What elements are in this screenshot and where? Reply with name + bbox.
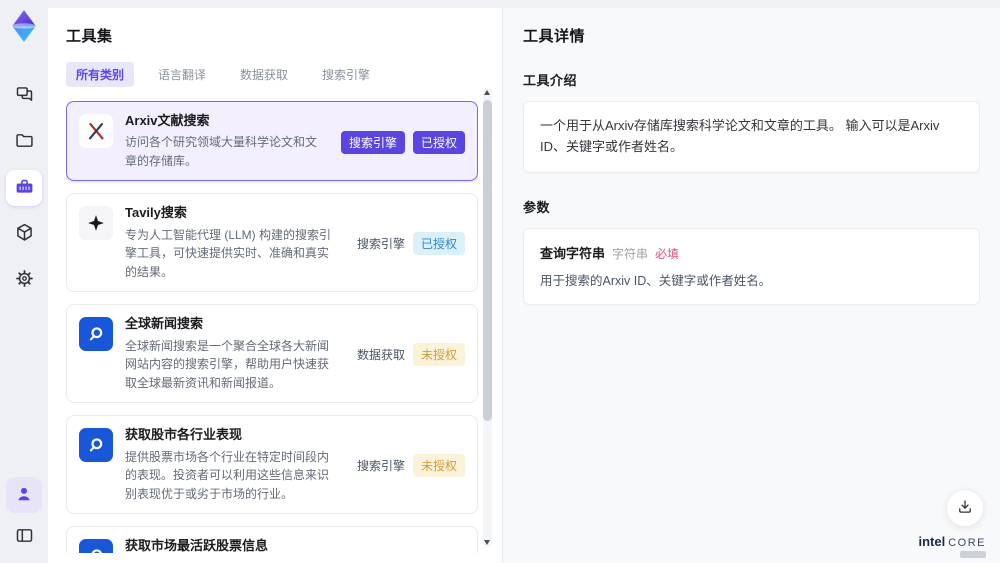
tool-text: Arxiv文献搜索 访问各个研究领域大量科学论文和文章的存储库。 <box>125 112 321 170</box>
tool-card[interactable]: 全球新闻搜索 全球新闻搜索是一个聚合全球各大新闻网站内容的搜索引擎，帮助用户快速… <box>66 304 478 404</box>
tools-panel: 工具集 所有类别 语言翻译 数据获取 搜索引擎 Arxiv文献搜索 访问各个研究… <box>48 8 502 563</box>
tool-card[interactable]: Arxiv文献搜索 访问各个研究领域大量科学论文和文章的存储库。 搜索引擎 已授… <box>66 101 478 182</box>
tab-language-translation[interactable]: 语言翻译 <box>148 62 216 87</box>
tool-description: 专为人工智能代理 (LLM) 构建的搜索引擎工具，可快速提供实时、准确和真实的结… <box>125 227 332 279</box>
tool-badges: 搜索引擎 已授权 <box>357 206 465 281</box>
chat-icon <box>14 84 35 108</box>
arxiv-tool-icon <box>79 114 113 148</box>
tool-text: Tavily搜索 专为人工智能代理 (LLM) 构建的搜索引擎工具，可快速提供实… <box>125 204 337 281</box>
sidebar-item-chat[interactable] <box>6 78 42 114</box>
toolbox-icon <box>14 176 35 200</box>
search-tool-icon <box>79 428 113 463</box>
page-title: 工具集 <box>66 28 113 45</box>
tool-card[interactable]: Tavily搜索 专为人工智能代理 (LLM) 构建的搜索引擎工具，可快速提供实… <box>66 193 478 293</box>
tool-badges: 搜索引擎 未授权 <box>357 428 465 503</box>
tab-data-fetch[interactable]: 数据获取 <box>230 62 298 87</box>
app-logo gem-logo-icon <box>6 8 42 44</box>
sidebar <box>0 0 48 563</box>
tool-details-panel: 工具详情 工具介绍 一个用于从Arxiv存储库搜索科学论文和文章的工具。 输入可… <box>502 8 1000 563</box>
param-header: 查询字符串 字符串 必填 <box>540 243 963 262</box>
tool-badges: 搜索引擎 未授权 <box>357 539 465 553</box>
tool-category-badge: 搜索引擎 <box>356 459 405 474</box>
user-icon <box>14 484 34 507</box>
search-tool-icon <box>79 317 113 352</box>
tool-auth-badge: 未授权 <box>412 454 465 478</box>
tool-text: 全球新闻搜索 全球新闻搜索是一个聚合全球各大新闻网站内容的搜索引擎，帮助用户快速… <box>125 315 337 392</box>
tool-name: 获取股市各行业表现 <box>125 427 243 443</box>
search-tool-icon <box>79 539 113 553</box>
tool-card[interactable]: 获取股市各行业表现 提供股票市场各个行业在特定时间段内的表现。投资者可以利用这些… <box>66 415 478 515</box>
tool-name: Tavily搜索 <box>125 205 187 221</box>
cube-icon <box>14 222 35 246</box>
brand-intel-text: intel <box>918 533 946 549</box>
param-card: 查询字符串 字符串 必填 用于搜索的Arxiv ID、关键字或作者姓名。 <box>523 227 980 306</box>
sidebar-item-files[interactable] <box>6 124 42 160</box>
tool-name: 获取市场最活跃股票信息 <box>125 538 269 553</box>
sidebar-nav <box>6 78 42 298</box>
sidebar-item-tools[interactable] <box>6 170 42 206</box>
params-heading: 参数 <box>523 199 551 215</box>
download-button[interactable] <box>946 489 984 527</box>
settings-icon gear-icon <box>14 268 35 292</box>
tool-card[interactable]: 获取市场最活跃股票信息 提供当天交易量最高的股票列表。投资者可以利用这些信息来识… <box>66 526 478 553</box>
tab-all-categories[interactable]: 所有类别 <box>66 62 135 87</box>
param-name: 查询字符串 <box>540 245 606 261</box>
tool-description: 全球新闻搜索是一个聚合全球各大新闻网站内容的搜索引擎，帮助用户快速获取全球最新资… <box>125 338 330 390</box>
tool-name: 全球新闻搜索 <box>125 316 204 332</box>
tab-search-engine[interactable]: 搜索引擎 <box>312 62 380 87</box>
tool-auth-badge: 未授权 <box>412 343 465 367</box>
sidebar-item-panel-toggle[interactable] <box>6 519 42 555</box>
tool-list: Arxiv文献搜索 访问各个研究领域大量科学论文和文章的存储库。 搜索引擎 已授… <box>66 101 478 553</box>
brand-ultra-bar <box>960 551 986 558</box>
tool-category-badge: 数据获取 <box>356 348 405 363</box>
intel-core-logo: intel core <box>918 533 986 558</box>
tool-category-badge: 搜索引擎 <box>340 130 405 154</box>
param-type: 字符串 <box>612 246 649 261</box>
sidebar-bottom <box>6 477 42 555</box>
tool-badges: 数据获取 未授权 <box>357 317 465 392</box>
tool-text: 获取市场最活跃股票信息 提供当天交易量最高的股票列表。投资者可以利用这些信息来识… <box>125 537 337 553</box>
scrollbar-thumb[interactable] <box>483 100 492 422</box>
tool-description: 提供股票市场各个行业在特定时间段内的表现。投资者可以利用这些信息来识别表现优于或… <box>125 449 330 501</box>
star-tool-icon <box>79 206 113 241</box>
main-content: 工具集 所有类别 语言翻译 数据获取 搜索引擎 Arxiv文献搜索 访问各个研究… <box>48 8 1000 563</box>
tool-auth-badge: 已授权 <box>412 232 465 256</box>
download-icon <box>956 498 974 519</box>
scrollbar-track[interactable] <box>483 88 492 547</box>
sidebar-item-settings[interactable] <box>6 262 42 298</box>
panel-toggle-icon <box>14 525 35 549</box>
tool-badges: 搜索引擎 已授权 <box>340 114 465 170</box>
param-required-badge: 必填 <box>655 246 680 261</box>
details-title: 工具详情 <box>523 28 586 45</box>
sidebar-item-packages[interactable] <box>6 216 42 252</box>
tool-category-badge: 搜索引擎 <box>356 237 405 252</box>
scroll-up-arrow-icon[interactable] <box>484 90 490 95</box>
scroll-down-arrow-icon[interactable] <box>484 540 490 545</box>
tool-intro-card: 一个用于从Arxiv存储库搜索科学论文和文章的工具。 输入可以是Arxiv ID… <box>523 101 980 173</box>
brand-core-text: core <box>948 536 986 549</box>
folder-icon <box>14 130 35 154</box>
tool-auth-badge: 已授权 <box>412 130 465 154</box>
tool-description: 访问各个研究领域大量科学论文和文章的存储库。 <box>125 135 318 168</box>
sidebar-item-account[interactable] <box>6 477 42 513</box>
param-description: 用于搜索的Arxiv ID、关键字或作者姓名。 <box>540 273 772 288</box>
tool-text: 获取股市各行业表现 提供股票市场各个行业在特定时间段内的表现。投资者可以利用这些… <box>125 426 337 503</box>
tool-name: Arxiv文献搜索 <box>125 113 210 128</box>
intro-heading: 工具介绍 <box>523 73 578 88</box>
category-tabs: 所有类别 语言翻译 数据获取 搜索引擎 <box>66 62 478 87</box>
